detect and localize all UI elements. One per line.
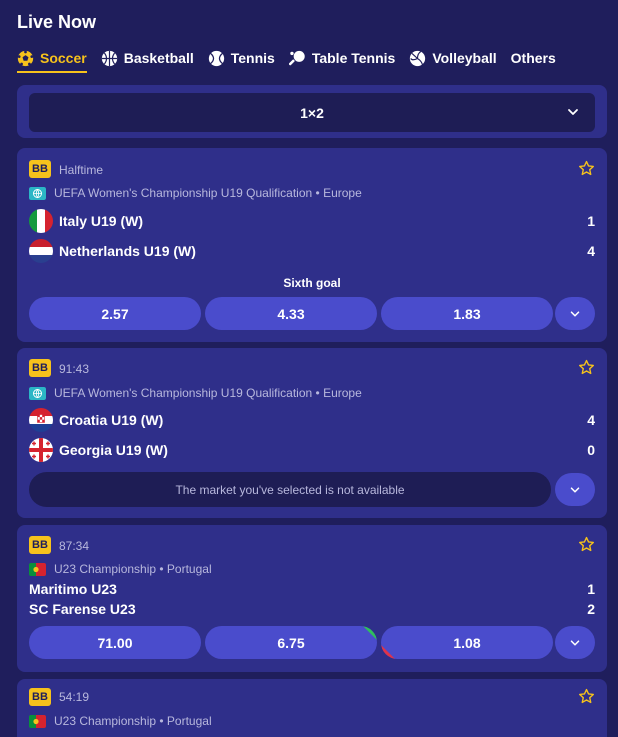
away-team-score: 0 <box>587 442 595 458</box>
league-name: UEFA Women's Championship U19 Qualificat… <box>54 186 362 200</box>
soccer-ball-icon <box>17 50 34 66</box>
more-markets-button[interactable] <box>555 297 595 330</box>
tab-table-tennis[interactable]: Table Tennis <box>288 44 396 72</box>
away-team-row: SC Farense U23 2 <box>29 601 595 617</box>
match-card[interactable]: BB 87:34 U23 Championship • Portugal Mar… <box>17 525 607 672</box>
croatia-flag-icon <box>29 408 53 432</box>
league-name: U23 Championship • Portugal <box>54 714 212 728</box>
away-team-name: SC Farense U23 <box>29 601 136 617</box>
odds-value: 71.00 <box>97 634 133 651</box>
away-team-row: Georgia U19 (W) 0 <box>29 438 595 462</box>
tab-label: Others <box>510 50 556 66</box>
odds-value: 1.08 <box>453 634 481 651</box>
home-team-name: Maritimo U23 <box>29 581 117 597</box>
star-icon[interactable] <box>578 536 595 553</box>
chevron-down-icon <box>570 486 580 493</box>
away-team-name: Netherlands U19 (W) <box>59 243 196 259</box>
page-title: Live Now <box>17 12 97 32</box>
italy-flag-icon <box>29 209 53 233</box>
tab-label: Basketball <box>123 50 194 66</box>
table-tennis-icon <box>288 50 305 65</box>
league-row: UEFA Women's Championship U19 Qualificat… <box>29 185 362 201</box>
chevron-down-icon <box>568 109 578 115</box>
bet-builder-badge: BB <box>29 359 51 377</box>
league-row: UEFA Women's Championship U19 Qualificat… <box>29 385 362 401</box>
tennis-ball-icon <box>208 50 224 66</box>
match-status: 54:19 <box>59 690 90 704</box>
tab-soccer[interactable]: Soccer <box>17 44 87 73</box>
home-team-row: Croatia U19 (W) 4 <box>29 408 595 432</box>
georgia-flag-icon <box>29 438 53 462</box>
home-team-score: 1 <box>587 581 595 597</box>
chevron-down-icon <box>570 310 580 317</box>
bet-builder-badge: BB <box>29 688 51 706</box>
league-row: U23 Championship • Portugal <box>29 713 212 729</box>
more-markets-button[interactable] <box>555 626 595 659</box>
portugal-flag-icon <box>29 562 46 576</box>
odds-row: 2.57 4.33 1.83 <box>29 297 553 330</box>
home-team-score: 4 <box>587 412 595 428</box>
league-name: U23 Championship • Portugal <box>54 562 212 576</box>
netherlands-flag-icon <box>29 239 53 263</box>
odds-value: 6.75 <box>277 634 305 651</box>
tab-label: Table Tennis <box>311 50 396 66</box>
star-icon[interactable] <box>578 160 595 177</box>
odds-button-away[interactable]: 1.08 <box>381 626 553 659</box>
match-card[interactable]: BB 91:43 UEFA Women's Championship U19 Q… <box>17 348 607 518</box>
globe-icon <box>29 186 46 200</box>
match-status: Halftime <box>59 163 104 177</box>
league-name: UEFA Women's Championship U19 Qualificat… <box>54 386 362 400</box>
market-label: Sixth goal <box>283 276 341 290</box>
away-team-score: 2 <box>587 601 595 617</box>
away-team-row: Netherlands U19 (W) 4 <box>29 239 595 263</box>
home-team-score: 1 <box>587 213 595 229</box>
tab-others[interactable]: Others <box>511 44 556 72</box>
odds-button-draw[interactable]: 4.33 <box>205 297 377 330</box>
tab-tennis[interactable]: Tennis <box>208 44 275 72</box>
home-team-name: Croatia U19 (W) <box>59 412 164 428</box>
odds-row: 71.00 6.75 1.08 <box>29 626 553 659</box>
home-team-name: Italy U19 (W) <box>59 213 144 229</box>
tab-label: Soccer <box>40 50 87 66</box>
chevron-down-icon <box>570 639 580 646</box>
odds-button-draw[interactable]: 6.75 <box>205 626 377 659</box>
tab-label: Tennis <box>230 50 275 66</box>
more-markets-button[interactable] <box>555 473 595 506</box>
sport-tabs: Soccer Basketball Tennis Table Tennis Vo… <box>17 44 556 73</box>
home-team-row: Maritimo U23 1 <box>29 581 595 597</box>
odds-button-home[interactable]: 71.00 <box>29 626 201 659</box>
league-row: U23 Championship • Portugal <box>29 561 212 577</box>
bet-builder-badge: BB <box>29 536 51 554</box>
star-icon[interactable] <box>578 359 595 376</box>
odds-down-indicator-icon <box>381 645 395 659</box>
tab-volleyball[interactable]: Volleyball <box>409 44 497 72</box>
match-card[interactable]: BB Halftime UEFA Women's Championship U1… <box>17 148 607 342</box>
star-icon[interactable] <box>578 688 595 705</box>
match-status: 91:43 <box>59 362 90 376</box>
market-unavailable-notice: The market you've selected is not availa… <box>29 472 551 507</box>
tab-label: Volleyball <box>432 50 497 66</box>
tab-basketball[interactable]: Basketball <box>101 44 194 72</box>
away-team-name: Georgia U19 (W) <box>59 442 168 458</box>
portugal-flag-icon <box>29 714 46 728</box>
volleyball-icon <box>410 50 426 66</box>
market-dropdown[interactable]: 1×2 <box>29 93 595 132</box>
basketball-icon <box>101 50 117 66</box>
odds-button-away[interactable]: 1.83 <box>381 297 553 330</box>
globe-icon <box>29 386 46 400</box>
odds-up-indicator-icon <box>363 626 377 640</box>
bet-builder-badge: BB <box>29 160 51 178</box>
home-team-row: Italy U19 (W) 1 <box>29 209 595 233</box>
match-card[interactable]: BB 54:19 U23 Championship • Portugal <box>17 679 607 737</box>
market-panel: 1×2 <box>17 85 607 138</box>
market-dropdown-value: 1×2 <box>300 104 324 121</box>
away-team-score: 4 <box>587 243 595 259</box>
match-status: 87:34 <box>59 539 90 553</box>
odds-button-home[interactable]: 2.57 <box>29 297 201 330</box>
